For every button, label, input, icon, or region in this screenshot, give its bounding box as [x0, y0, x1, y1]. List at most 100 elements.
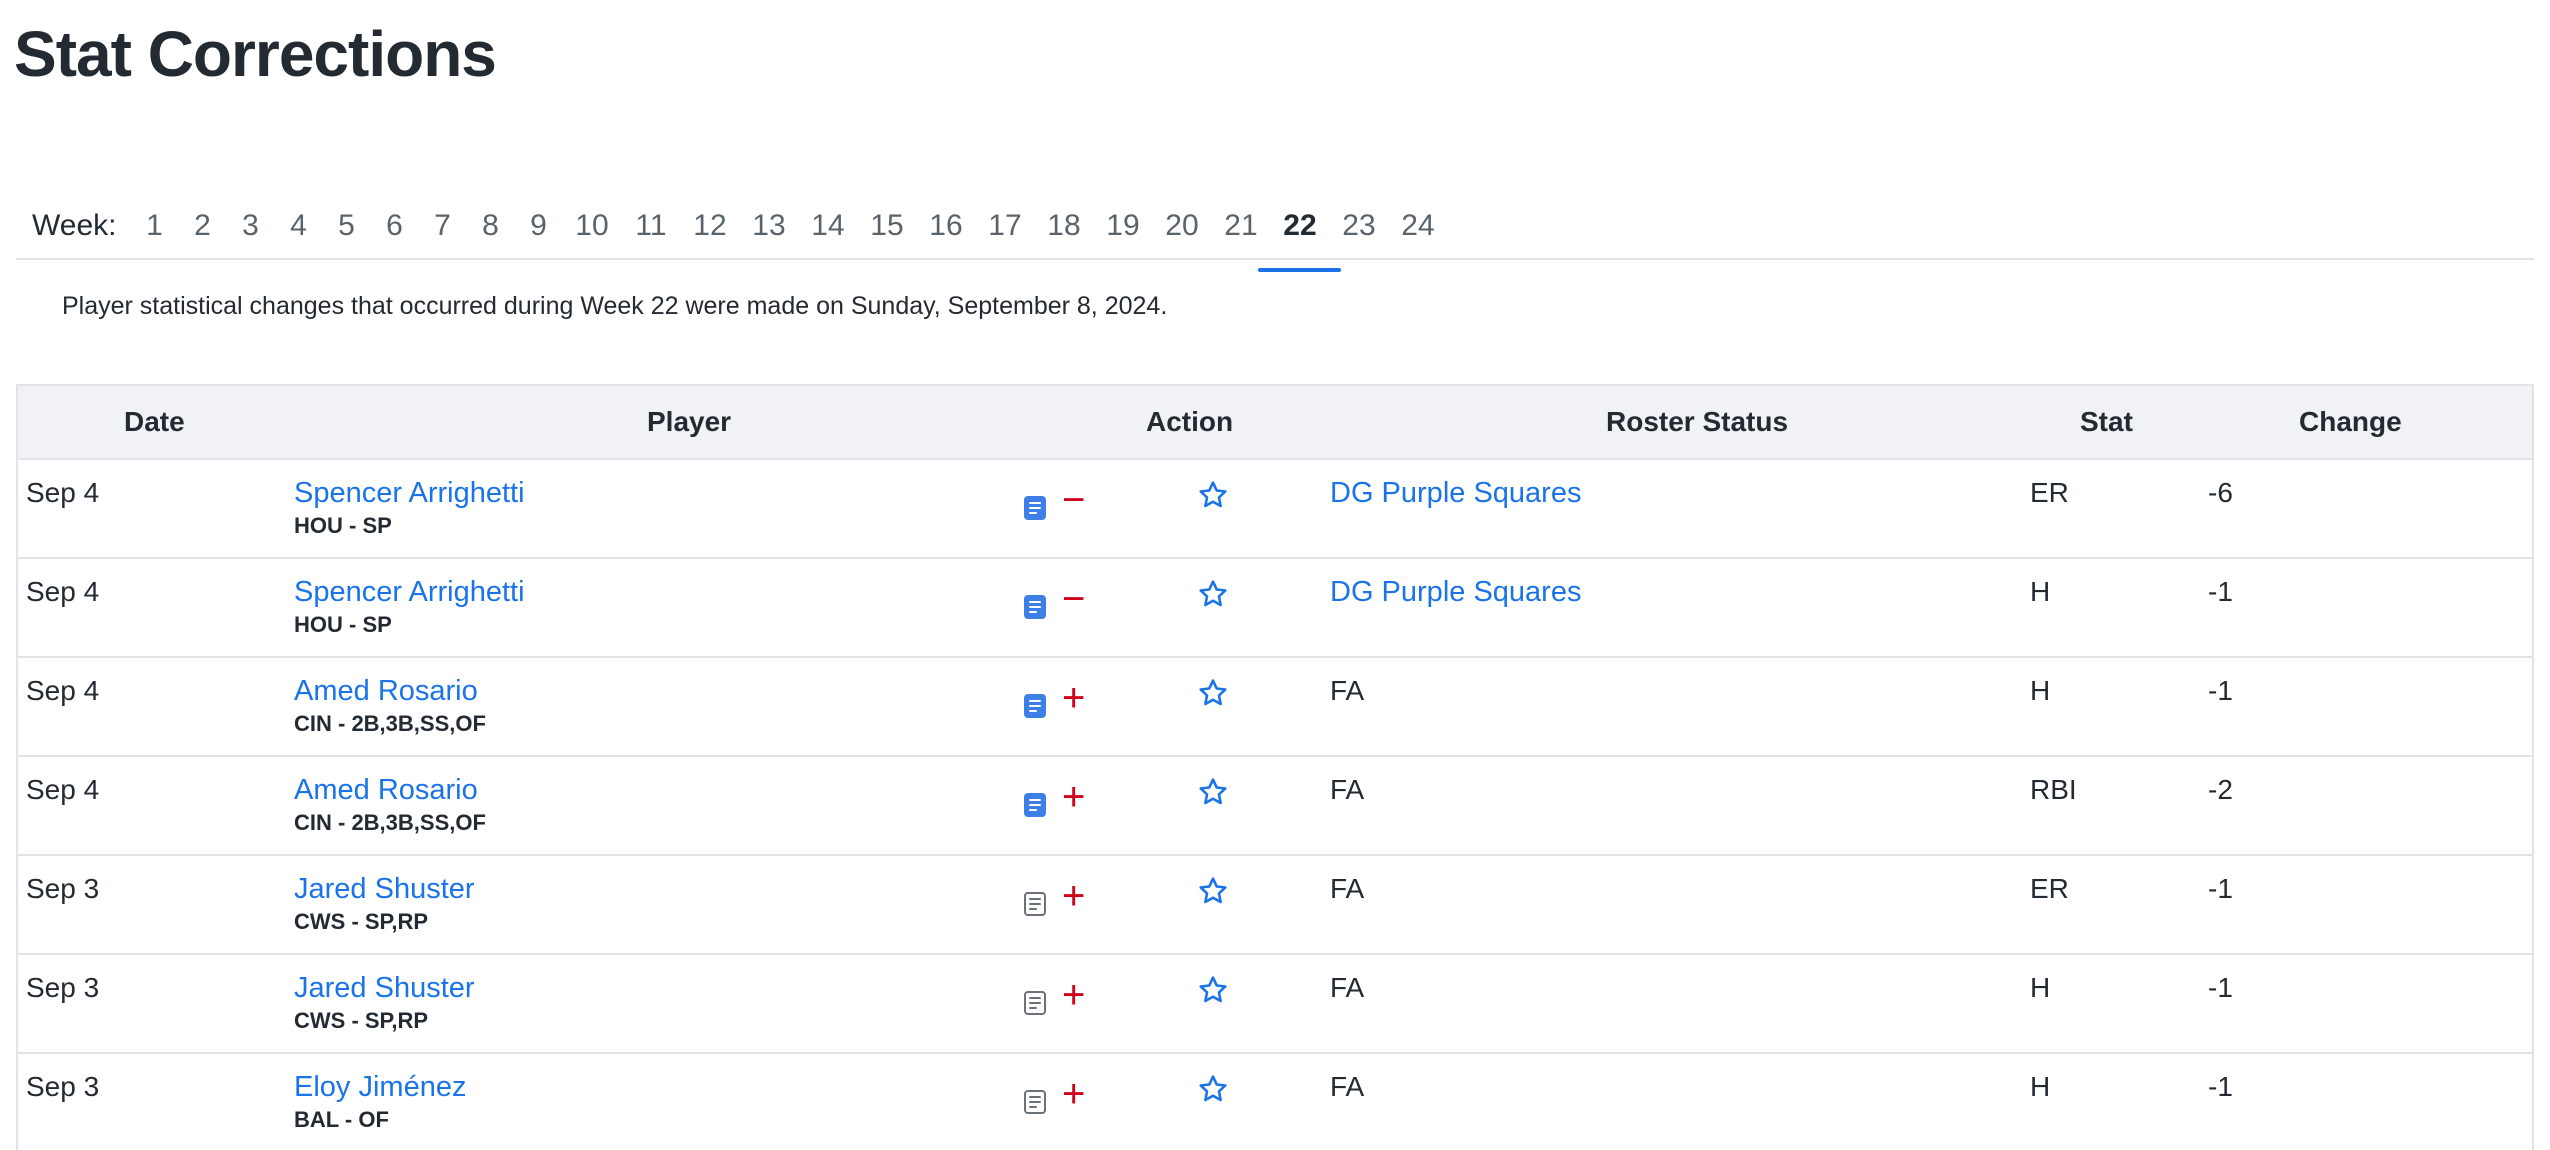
week-tab-16[interactable]: 16	[916, 196, 975, 258]
watch-star-icon[interactable]	[1196, 874, 1230, 908]
roster-status-cell: FA	[1330, 954, 2030, 1053]
week-tab-24[interactable]: 24	[1388, 196, 1447, 258]
week-tab-2[interactable]: 2	[178, 196, 226, 258]
page-title: Stat Corrections	[14, 18, 497, 90]
week-tab-17[interactable]: 17	[975, 196, 1034, 258]
watch-star-icon[interactable]	[1196, 676, 1230, 710]
date-cell: Sep 3	[26, 972, 100, 1003]
player-name-link[interactable]: Spencer Arrighetti	[294, 575, 1024, 609]
note-outline-icon[interactable]	[1024, 892, 1046, 916]
action-cell: +	[1024, 954, 1330, 1053]
minus-icon[interactable]: −	[1062, 579, 1085, 619]
change-cell: -1	[2208, 873, 2233, 904]
change-cell: -1	[2208, 972, 2233, 1003]
plus-icon[interactable]: +	[1062, 876, 1085, 916]
change-cell: -1	[2208, 1071, 2233, 1102]
table-row: Sep 3 Eloy Jiménez BAL - OF + FA H -1	[18, 1053, 2532, 1150]
action-cell: +	[1024, 1053, 1330, 1150]
change-cell: -6	[2208, 477, 2233, 508]
col-header-action: Action	[1146, 406, 1234, 437]
note-filled-icon[interactable]	[1024, 595, 1046, 619]
table-row: Sep 3 Jared Shuster CWS - SP,RP + FA H -1	[18, 954, 2532, 1053]
roster-status-cell: FA	[1330, 756, 2030, 855]
stat-cell: H	[2030, 675, 2051, 706]
week-tab-4[interactable]: 4	[274, 196, 322, 258]
week-tab-13[interactable]: 13	[739, 196, 798, 258]
table-row: Sep 4 Spencer Arrighetti HOU - SP − DG Purpl…	[18, 459, 2532, 558]
player-name-link[interactable]: Jared Shuster	[294, 872, 1024, 906]
player-name-link[interactable]: Jared Shuster	[294, 971, 1024, 1005]
stat-cell: ER	[2030, 873, 2069, 904]
player-cell: Spencer Arrighetti HOU - SP	[294, 558, 1024, 657]
plus-icon[interactable]: +	[1062, 975, 1085, 1015]
note-filled-icon[interactable]	[1024, 496, 1046, 520]
date-cell: Sep 4	[26, 774, 100, 805]
col-header-stat[interactable]: Stat	[2030, 385, 2208, 459]
week-tab-14[interactable]: 14	[798, 196, 857, 258]
week-tab-18[interactable]: 18	[1034, 196, 1093, 258]
stat-cell: H	[2030, 1071, 2051, 1102]
roster-team-link[interactable]: DG Purple Squares	[1330, 576, 1581, 608]
change-cell: -2	[2208, 774, 2233, 805]
note-filled-icon[interactable]	[1024, 694, 1046, 718]
week-tab-8[interactable]: 8	[466, 196, 514, 258]
roster-status-cell: FA	[1330, 657, 2030, 756]
player-team-position: CWS - SP,RP	[294, 1008, 429, 1033]
action-cell: +	[1024, 855, 1330, 954]
week-note: Player statistical changes that occurred…	[62, 292, 1168, 320]
week-tab-3[interactable]: 3	[226, 196, 274, 258]
watch-star-icon[interactable]	[1196, 577, 1230, 611]
player-team-position: HOU - SP	[294, 612, 392, 637]
roster-status-text: FA	[1330, 873, 1365, 904]
player-cell: Jared Shuster CWS - SP,RP	[294, 855, 1024, 954]
player-name-link[interactable]: Eloy Jiménez	[294, 1070, 1024, 1104]
player-name-link[interactable]: Amed Rosario	[294, 773, 1024, 807]
week-tab-6[interactable]: 6	[370, 196, 418, 258]
roster-status-text: FA	[1330, 972, 1365, 1003]
week-tab-10[interactable]: 10	[562, 196, 621, 258]
player-cell: Amed Rosario CIN - 2B,3B,SS,OF	[294, 657, 1024, 756]
week-tab-20[interactable]: 20	[1152, 196, 1211, 258]
week-tab-5[interactable]: 5	[322, 196, 370, 258]
plus-icon[interactable]: +	[1062, 1074, 1085, 1114]
week-tab-21[interactable]: 21	[1211, 196, 1270, 258]
minus-icon[interactable]: −	[1062, 480, 1085, 520]
watch-star-icon[interactable]	[1196, 478, 1230, 512]
week-label: Week:	[32, 209, 117, 242]
roster-status-cell: DG Purple Squares	[1330, 558, 2030, 657]
col-header-roster-status[interactable]: Roster Status	[1330, 385, 2030, 459]
week-tab-1[interactable]: 1	[130, 196, 178, 258]
week-tab-12[interactable]: 12	[680, 196, 739, 258]
player-team-position: BAL - OF	[294, 1107, 389, 1132]
col-header-date[interactable]: Date	[18, 385, 294, 459]
watch-star-icon[interactable]	[1196, 1072, 1230, 1106]
week-tab-23[interactable]: 23	[1329, 196, 1388, 258]
week-tab-22[interactable]: 22	[1258, 196, 1342, 272]
table-row: Sep 4 Spencer Arrighetti HOU - SP − DG Purpl…	[18, 558, 2532, 657]
plus-icon[interactable]: +	[1062, 678, 1085, 718]
watch-star-icon[interactable]	[1196, 775, 1230, 809]
week-tab-9[interactable]: 9	[514, 196, 562, 258]
stat-cell: RBI	[2030, 774, 2077, 805]
action-cell: −	[1024, 558, 1330, 657]
watch-star-icon[interactable]	[1196, 973, 1230, 1007]
week-tab-15[interactable]: 15	[857, 196, 916, 258]
col-header-player[interactable]: Player	[294, 385, 1024, 459]
roster-status-text: FA	[1330, 675, 1365, 706]
col-header-change[interactable]: Change	[2208, 385, 2532, 459]
stat-cell: H	[2030, 972, 2051, 1003]
note-filled-icon[interactable]	[1024, 793, 1046, 817]
roster-team-link[interactable]: DG Purple Squares	[1330, 477, 1581, 509]
player-name-link[interactable]: Spencer Arrighetti	[294, 476, 1024, 510]
week-tab-7[interactable]: 7	[418, 196, 466, 258]
note-outline-icon[interactable]	[1024, 1090, 1046, 1114]
date-cell: Sep 4	[26, 576, 100, 607]
week-tab-19[interactable]: 19	[1093, 196, 1152, 258]
date-cell: Sep 3	[26, 873, 100, 904]
note-outline-icon[interactable]	[1024, 991, 1046, 1015]
player-name-link[interactable]: Amed Rosario	[294, 674, 1024, 708]
roster-status-cell: FA	[1330, 1053, 2030, 1150]
table-header-row: Date Player Action Roster Status Stat Ch…	[18, 385, 2532, 459]
plus-icon[interactable]: +	[1062, 777, 1085, 817]
week-tab-11[interactable]: 11	[621, 196, 680, 258]
